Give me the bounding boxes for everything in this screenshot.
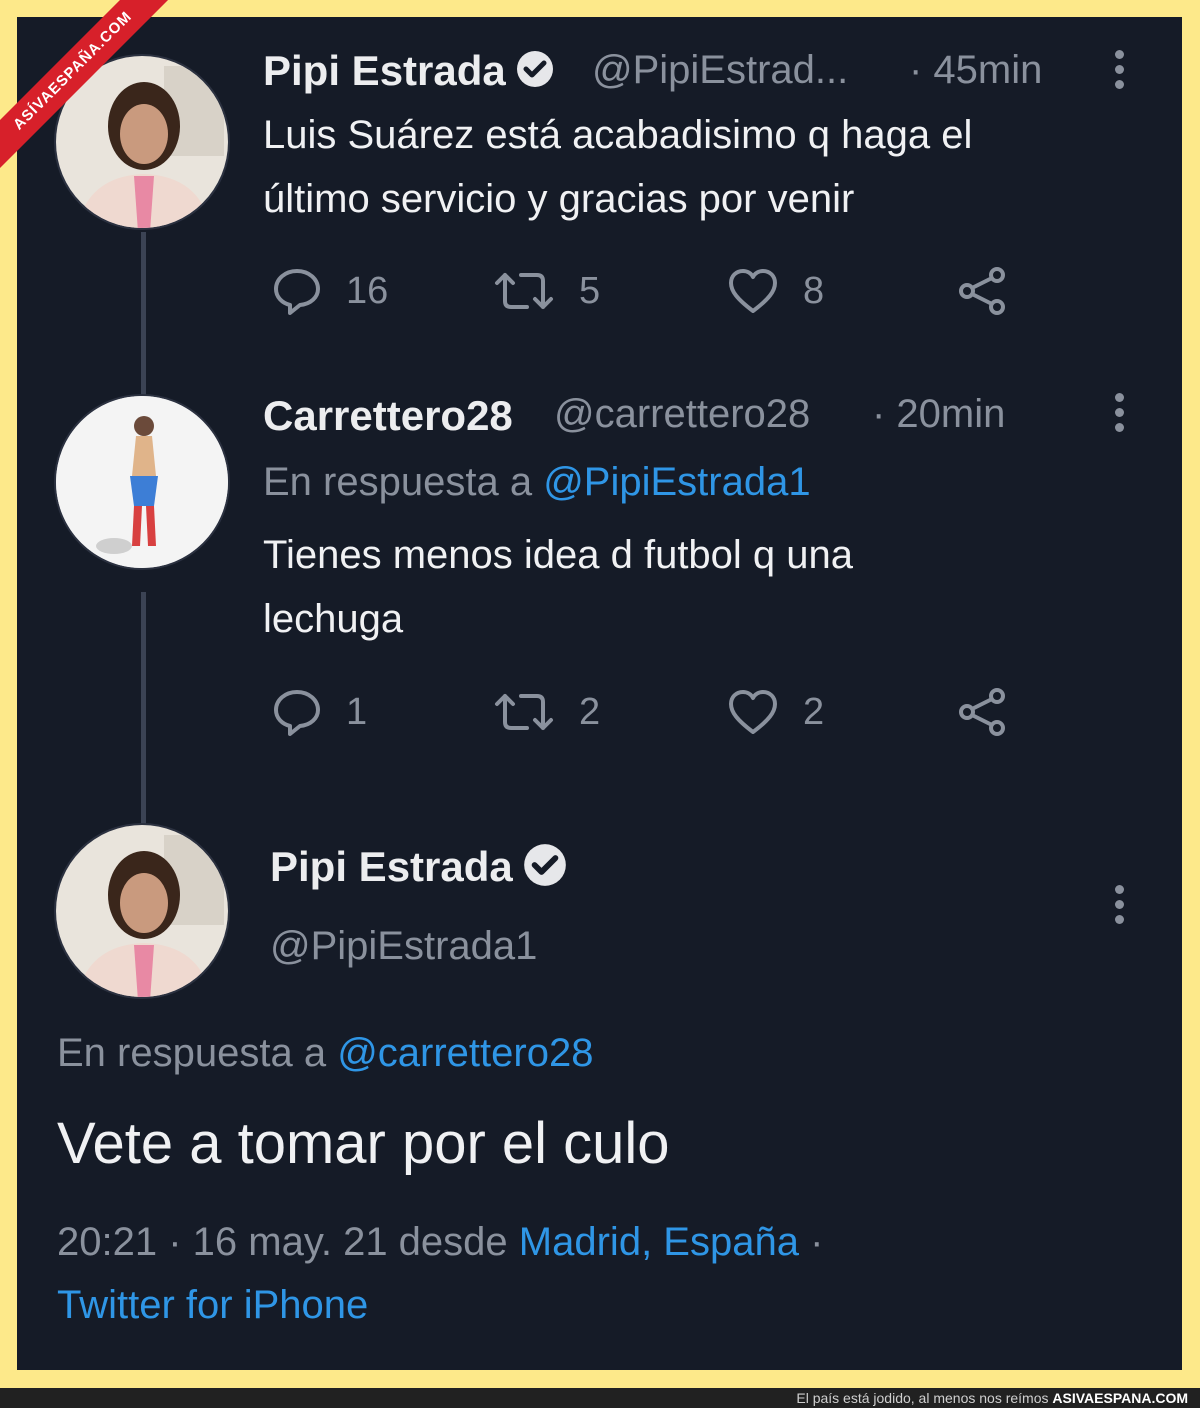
reply-context: En respuesta a @carrettero28 bbox=[57, 1031, 593, 1076]
avatar[interactable] bbox=[54, 394, 230, 570]
tweet-time[interactable]: · 20min bbox=[872, 392, 1005, 437]
thread-connector bbox=[141, 592, 146, 827]
footer-site-link[interactable]: ASIVAESPANA.COM bbox=[1052, 1390, 1188, 1406]
retweet-icon bbox=[493, 267, 555, 315]
avatar[interactable] bbox=[54, 823, 230, 999]
tweet-text: Tienes menos idea d futbol q una lechuga bbox=[263, 523, 1163, 651]
tweet-meta: 20:21 · 16 may. 21 desde Madrid, España … bbox=[57, 1220, 823, 1265]
reply-count: 16 bbox=[346, 269, 389, 312]
tweet-text-line: Luis Suárez está acabadisimo q haga el bbox=[263, 113, 973, 157]
tweet-location-link[interactable]: Madrid, España bbox=[519, 1220, 799, 1264]
verified-badge-icon bbox=[516, 50, 554, 98]
reply-count: 1 bbox=[346, 690, 368, 733]
main-tweet-text: Vete a tomar por el culo bbox=[57, 1111, 670, 1176]
more-vertical-icon[interactable] bbox=[1115, 50, 1127, 95]
like-count: 8 bbox=[803, 269, 825, 312]
like-icon bbox=[727, 267, 779, 315]
retweet-icon bbox=[493, 688, 555, 736]
thread-connector bbox=[141, 232, 146, 400]
meta-separator: · bbox=[810, 1220, 824, 1264]
avatar-photo bbox=[56, 396, 228, 568]
reply-button[interactable]: 1 bbox=[272, 688, 367, 736]
reply-icon bbox=[272, 688, 322, 736]
retweet-button[interactable]: 2 bbox=[493, 688, 600, 736]
tweet-author-handle[interactable]: @carrettero28 bbox=[554, 392, 810, 437]
reply-context-prefix: En respuesta a bbox=[263, 460, 533, 504]
tweet-text-line: lechuga bbox=[263, 597, 404, 641]
like-button[interactable]: 2 bbox=[727, 688, 824, 736]
reply-button[interactable]: 16 bbox=[272, 267, 388, 315]
reply-icon bbox=[272, 267, 322, 315]
verified-badge-icon bbox=[523, 843, 567, 897]
share-button[interactable] bbox=[957, 686, 1009, 738]
main-tweet-author-handle[interactable]: @PipiEstrada1 bbox=[270, 924, 537, 969]
tweet-text-line: Tienes menos idea d futbol q una bbox=[263, 533, 854, 577]
like-icon bbox=[727, 688, 779, 736]
reply-context-prefix: En respuesta a bbox=[57, 1031, 327, 1075]
retweet-count: 2 bbox=[579, 690, 601, 733]
share-icon bbox=[957, 686, 1009, 738]
tweet-author-name[interactable]: Carrettero28 bbox=[263, 392, 513, 440]
share-icon bbox=[957, 265, 1009, 317]
tweet-source-link[interactable]: Twitter for iPhone bbox=[57, 1283, 368, 1327]
retweet-count: 5 bbox=[579, 269, 601, 312]
more-vertical-icon[interactable] bbox=[1115, 885, 1127, 930]
footer-tagline: El país está jodido, al menos nos reímos bbox=[796, 1390, 1049, 1406]
tweet-author-handle[interactable]: @PipiEstrad... bbox=[592, 48, 848, 93]
main-tweet-author-name[interactable]: Pipi Estrada bbox=[270, 843, 513, 890]
tweet-datetime: 20:21 · 16 may. 21 desde bbox=[57, 1220, 508, 1264]
reply-to-link[interactable]: @carrettero28 bbox=[337, 1031, 593, 1075]
tweet-text: Luis Suárez está acabadisimo q haga el ú… bbox=[263, 103, 1163, 231]
like-count: 2 bbox=[803, 690, 825, 733]
tweet-thread: Pipi Estrada @PipiEstrad... · 45min Luis… bbox=[17, 17, 1182, 1370]
tweet-time[interactable]: · 45min bbox=[909, 48, 1042, 93]
more-vertical-icon[interactable] bbox=[1115, 393, 1127, 438]
avatar-photo bbox=[56, 825, 228, 997]
share-button[interactable] bbox=[957, 265, 1009, 317]
reply-context: En respuesta a @PipiEstrada1 bbox=[263, 460, 811, 505]
tweet-text-line: último servicio y gracias por venir bbox=[263, 177, 855, 221]
like-button[interactable]: 8 bbox=[727, 267, 824, 315]
retweet-button[interactable]: 5 bbox=[493, 267, 600, 315]
tweet-author-name[interactable]: Pipi Estrada bbox=[263, 47, 506, 94]
reply-to-link[interactable]: @PipiEstrada1 bbox=[543, 460, 810, 504]
tweet-source: Twitter for iPhone bbox=[57, 1283, 368, 1328]
site-footer: El país está jodido, al menos nos reímos… bbox=[0, 1388, 1200, 1408]
